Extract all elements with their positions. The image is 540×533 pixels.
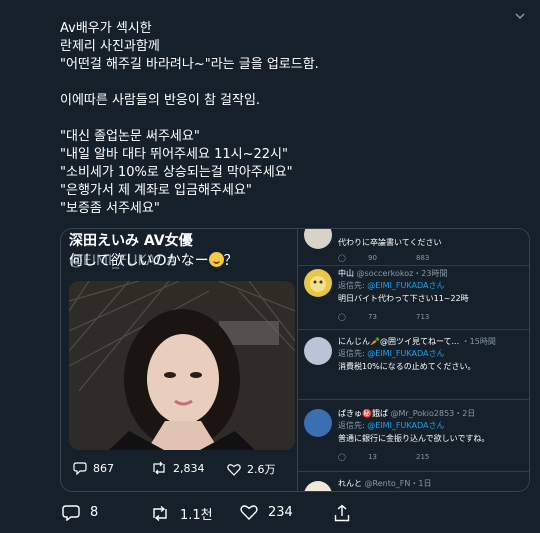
quoted-tweet: 深田えいみ AV女優 @EIMI_FUKADA 何して欲しいのかなー？ 867 … <box>61 229 297 491</box>
reply-text: 普通に銀行に金振り込んで欲しいですね。 <box>338 434 490 443</box>
tweet-text: Av배우가 섹시한 란제리 사진과함께 "어떤걸 해주길 바라려나~"라는 글을… <box>60 20 319 218</box>
reply-to-handle[interactable]: @EIMI_FUKADAさん <box>367 349 444 358</box>
reply-header: れんと @Rento_FN・1日 <box>338 477 526 490</box>
avatar <box>304 269 332 297</box>
reply-icon: ◯ <box>338 453 346 461</box>
retweet-action[interactable]: 1.1천 <box>150 504 213 523</box>
like-count: 234 <box>268 504 293 520</box>
avatar <box>304 409 332 437</box>
reply-author: れんと <box>338 479 362 488</box>
reply-item[interactable]: 代わりに卒論書いてください ◯ 90 883 <box>298 229 529 266</box>
retweet-count: 2,834 <box>173 461 205 475</box>
tweet-line: "어떤걸 해주길 바라려나~"라는 글을 업로드함. <box>60 57 319 72</box>
reply-text: 消費税10%になるの止めてください。 <box>338 362 476 371</box>
retweet-count: 13 <box>368 453 377 461</box>
reply-to: 返信先: @EIMI_FUKADAさん <box>338 279 526 292</box>
retweet-count: 1.1천 <box>180 508 213 523</box>
tweet-actions: 8 1.1천 234 <box>60 502 520 524</box>
like-count: 883 <box>416 254 430 262</box>
reply-author: 中山 <box>338 269 354 278</box>
retweet-icon <box>153 461 165 475</box>
tweet-line: "은행가서 제 계좌로 입금해주세요" <box>60 183 252 198</box>
question-mark: ？ <box>223 253 238 269</box>
reply-text: 明日バイト代わって下さい11~22時 <box>338 294 469 303</box>
reply-to-handle[interactable]: @EIMI_FUKADAさん <box>367 421 444 430</box>
quoted-tweet-text: 何して欲しいのかなー ？ <box>69 251 238 271</box>
avatar <box>304 337 332 365</box>
tweet-line: "보증좀 서주세요" <box>60 201 160 216</box>
reply-action[interactable]: 8 <box>62 504 98 521</box>
like-count: 713 <box>416 313 430 321</box>
like-count: 2.6万 <box>247 463 276 476</box>
reply-to-handle[interactable]: @EIMI_FUKADAさん <box>367 281 444 290</box>
reply-count: 867 <box>93 461 114 475</box>
portrait-photo <box>69 281 295 450</box>
reply-item[interactable]: れんと @Rento_FN・1日 <box>298 471 529 491</box>
reply-count: 8 <box>90 505 99 520</box>
reply-meta: ・15時間 <box>461 337 496 346</box>
quoted-tweet-actions: 867 2,834 2.6万 <box>69 459 295 479</box>
reply-author: にんじん🥕@囲ツイ見てねーて... <box>338 337 460 346</box>
heart-icon <box>240 505 258 520</box>
share-icon <box>334 504 350 522</box>
reply-icon <box>62 505 80 521</box>
quoted-text: 何して欲しいのかなー <box>69 253 209 269</box>
reply-to: 返信先: @EIMI_FUKADAさん <box>338 347 526 360</box>
reply-to: 返信先: @EIMI_FUKADAさん <box>338 419 526 432</box>
reply-icon: ◯ <box>338 313 346 321</box>
reply-meta: @Mr_Pokio2853・2日 <box>390 409 476 418</box>
like-count: 215 <box>416 453 430 461</box>
reply-icon: ◯ <box>338 254 346 262</box>
share-action[interactable] <box>334 504 350 522</box>
retweet-count: 90 <box>368 254 377 262</box>
reply-text: 代わりに卒論書いてください <box>338 238 442 247</box>
retweet-action[interactable]: 2,834 <box>151 461 205 475</box>
heart-icon <box>227 463 241 476</box>
retweet-icon <box>153 505 167 522</box>
reply-meta: @Rento_FN・1日 <box>364 479 432 488</box>
tweet-line: 란제리 사진과함께 <box>60 39 160 54</box>
reply-meta: @soccerkokoz・23時間 <box>356 269 448 278</box>
chevron-down-icon[interactable] <box>512 8 528 24</box>
tweet-line <box>60 110 319 128</box>
tweet-line: "소비세가 10%로 상승되는걸 막아주세요" <box>60 165 293 180</box>
avatar <box>304 481 332 491</box>
reply-item[interactable]: ぱきゅ㊙️餓ぱ @Mr_Pokio2853・2日 返信先: @EIMI_FUKA… <box>298 399 529 472</box>
reply-item[interactable]: 中山 @soccerkokoz・23時間 返信先: @EIMI_FUKADAさん… <box>298 265 529 330</box>
tweet-line: 이에따른 사람들의 반응이 참 걸작임. <box>60 93 261 108</box>
quoted-tweet-card[interactable]: 深田えいみ AV女優 @EIMI_FUKADA 何して欲しいのかなー？ 867 … <box>60 228 530 492</box>
quoted-photo[interactable] <box>69 281 295 450</box>
like-action[interactable]: 2.6万 <box>227 461 276 477</box>
reply-to-label: 返信先: <box>338 421 365 430</box>
replies-panel: 代わりに卒論書いてください ◯ 90 883 中山 @soccerkokoz・2… <box>297 229 529 491</box>
avatar <box>304 229 332 249</box>
tweet-line <box>60 74 319 92</box>
reply-to-label: 返信先: <box>338 349 365 358</box>
reply-author: ぱきゅ㊙️餓ぱ <box>338 409 388 418</box>
tweet-line: "대신 졸업논문 써주세요" <box>60 129 200 144</box>
tweet-line: "내일 알바 대타 뛰어주세요 11시~22시" <box>60 147 288 162</box>
smiling-face-emoji-icon <box>208 252 224 267</box>
reply-icon <box>73 462 87 475</box>
retweet-count: 73 <box>368 313 377 321</box>
reply-action[interactable]: 867 <box>73 461 114 475</box>
reply-item[interactable]: にんじん🥕@囲ツイ見てねーて... ・15時間 返信先: @EIMI_FUKAD… <box>298 329 529 400</box>
author-name: 深田えいみ AV女優 <box>69 233 193 249</box>
reply-to-label: 返信先: <box>338 281 365 290</box>
like-action[interactable]: 234 <box>240 504 293 520</box>
tweet-line: Av배우가 섹시한 <box>60 21 152 36</box>
